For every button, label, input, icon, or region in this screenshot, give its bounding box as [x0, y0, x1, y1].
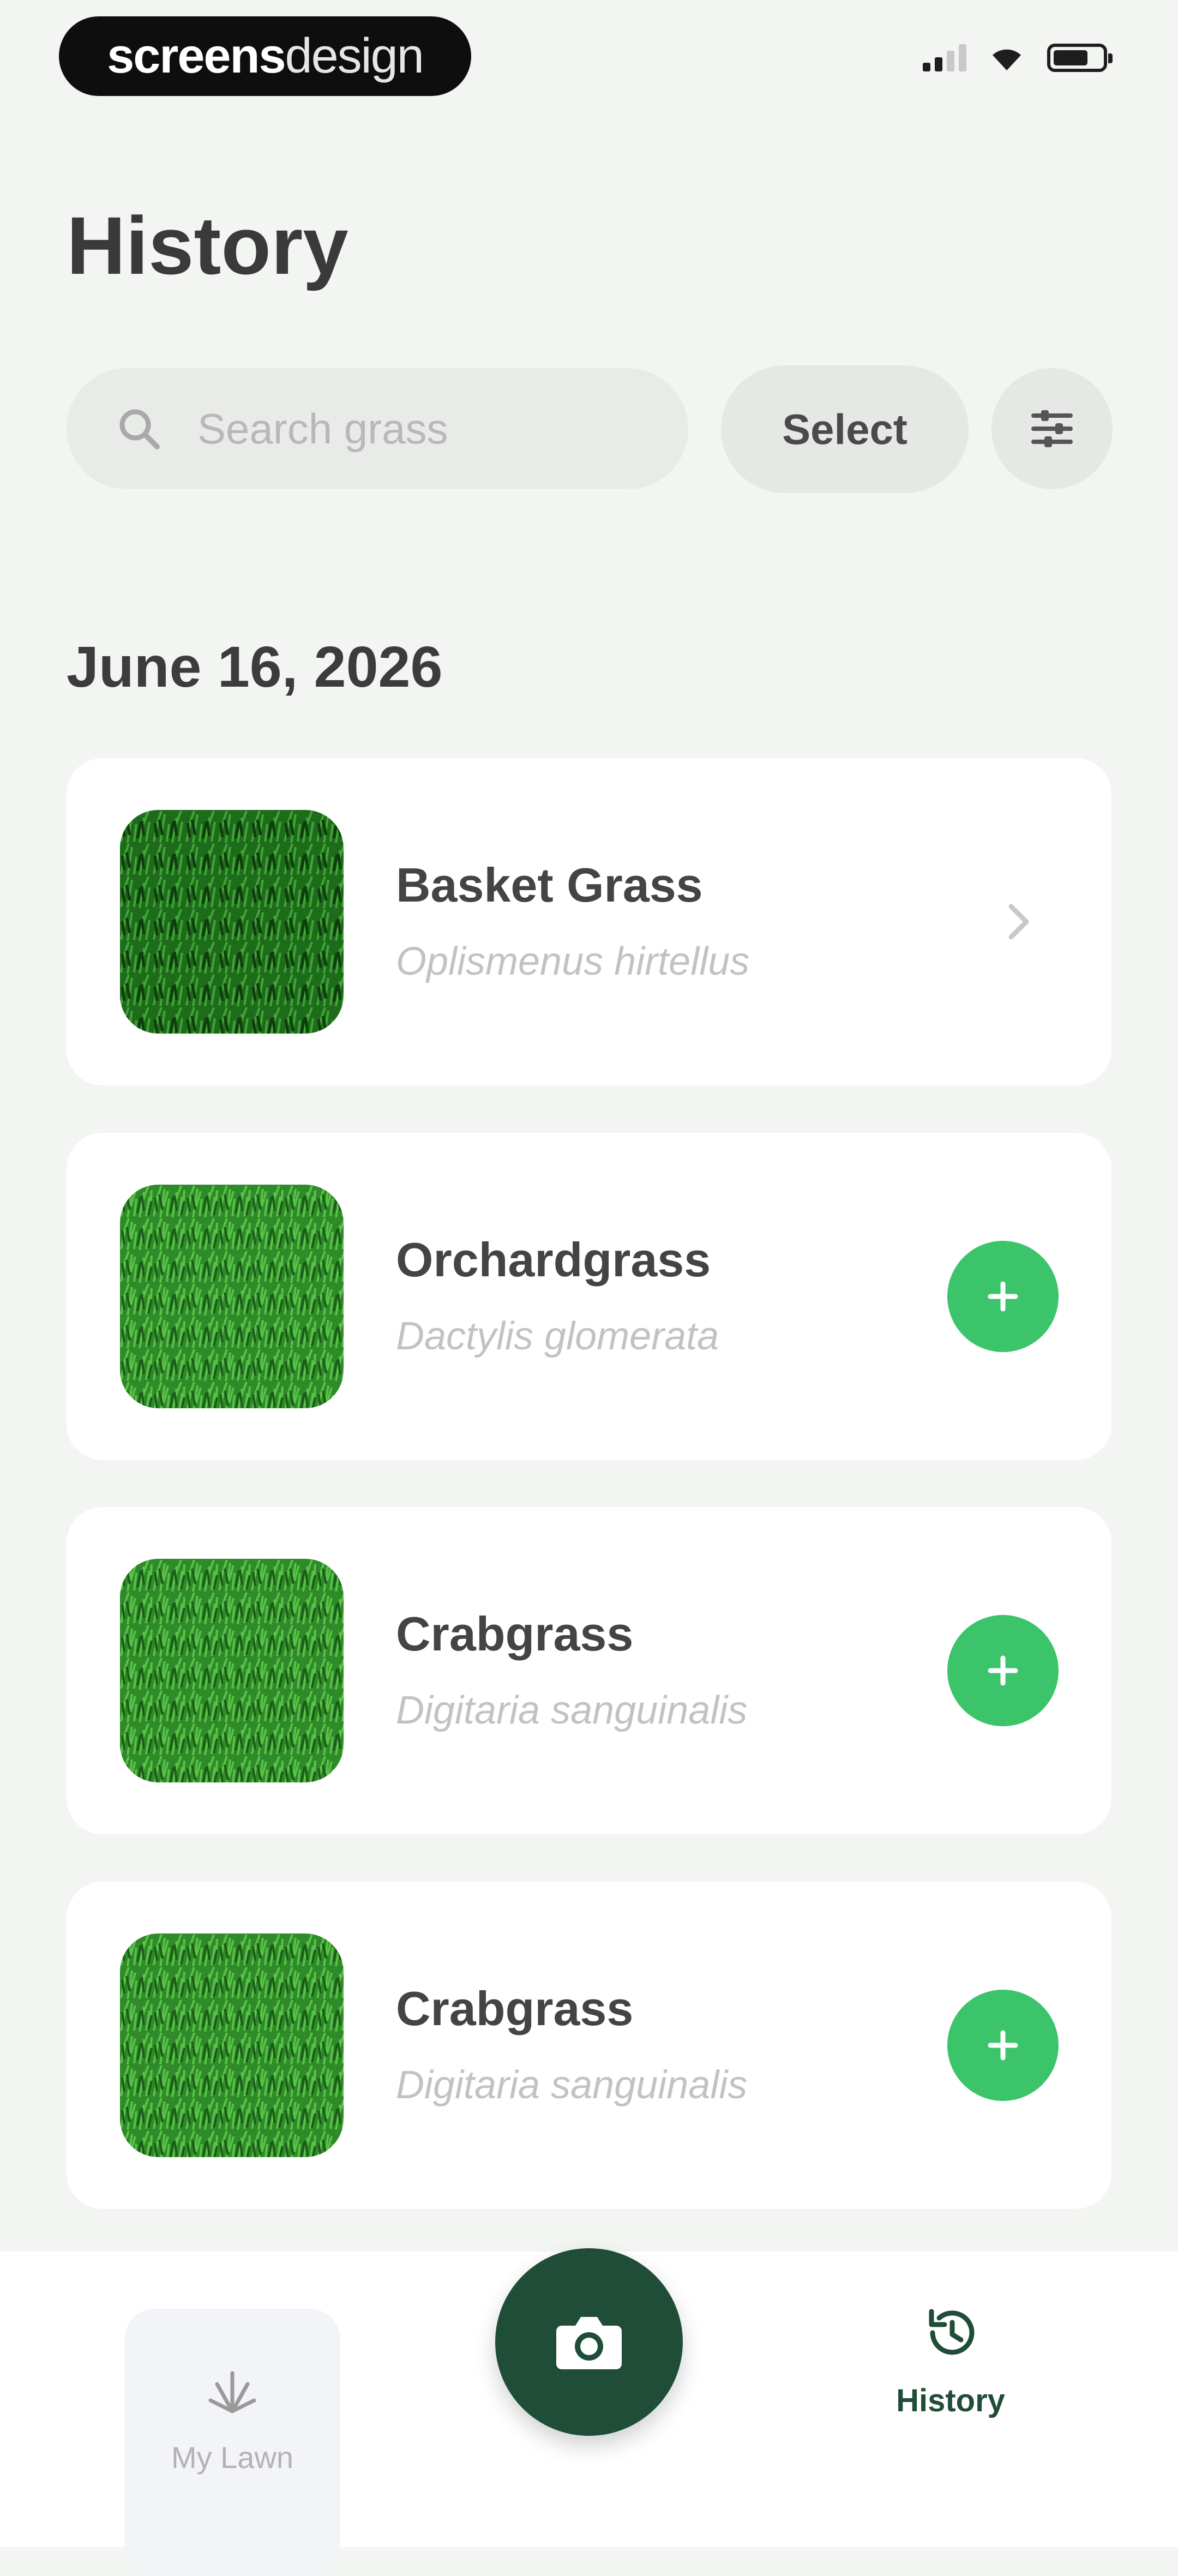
add-button[interactable]	[947, 1615, 1059, 1726]
list-item[interactable]: Crabgrass Digitaria sanguinalis	[67, 1882, 1111, 2209]
brand-logo-bold: screens	[107, 28, 286, 83]
list-item[interactable]: Crabgrass Digitaria sanguinalis	[67, 1507, 1111, 1834]
brand-logo: screens design	[59, 16, 471, 96]
camera-button[interactable]	[495, 2248, 683, 2436]
list-item[interactable]: Orchardgrass Dactylis glomerata	[67, 1133, 1111, 1460]
grass-thumbnail	[120, 1933, 344, 2157]
grass-scientific-name: Digitaria sanguinalis	[396, 1689, 748, 1732]
plus-icon	[988, 2030, 1018, 2061]
add-button[interactable]	[947, 1990, 1059, 2101]
brand-logo-light: design	[285, 28, 424, 83]
camera-icon	[556, 2317, 622, 2369]
add-button[interactable]	[947, 1241, 1059, 1352]
status-bar: screens design	[0, 0, 1178, 131]
nav-tab-history[interactable]: History	[861, 2291, 1041, 2433]
filter-button[interactable]	[991, 368, 1113, 489]
nav-tab-history-label: History	[896, 2383, 1005, 2418]
bottom-nav: My Lawn History	[0, 2248, 1178, 2576]
grass-scientific-name: Oplismenus hirtellus	[396, 940, 750, 983]
search-icon	[119, 409, 160, 449]
status-icons	[923, 44, 1113, 72]
grass-scientific-name: Dactylis glomerata	[396, 1314, 719, 1358]
plus-icon	[988, 1655, 1018, 1686]
cellular-signal-icon	[923, 44, 966, 71]
filter-icon	[1031, 410, 1073, 447]
grass-name: Basket Grass	[396, 858, 703, 912]
grass-thumbnail	[120, 1185, 344, 1408]
select-button[interactable]: Select	[721, 365, 969, 493]
section-date-header: June 16, 2026	[67, 635, 443, 699]
grass-thumbnail	[120, 1559, 344, 1782]
chevron-right-icon[interactable]	[1002, 901, 1035, 942]
battery-icon	[1047, 44, 1113, 72]
plus-icon	[988, 1281, 1018, 1312]
grass-name: Crabgrass	[396, 1607, 634, 1661]
grass-icon	[208, 2371, 256, 2413]
list-item[interactable]: Basket Grass Oplismenus hirtellus	[67, 758, 1111, 1085]
history-icon	[929, 2309, 975, 2355]
grass-name: Orchardgrass	[396, 1233, 711, 1287]
search-bar[interactable]	[67, 368, 688, 489]
nav-tab-my-lawn[interactable]: My Lawn	[124, 2309, 340, 2576]
search-input[interactable]	[196, 403, 646, 454]
grass-thumbnail	[120, 810, 344, 1034]
wifi-icon	[993, 49, 1021, 70]
grass-name: Crabgrass	[396, 1981, 634, 2035]
page-title: History	[67, 200, 348, 291]
nav-tab-my-lawn-label: My Lawn	[171, 2440, 294, 2475]
grass-scientific-name: Digitaria sanguinalis	[396, 2063, 748, 2107]
